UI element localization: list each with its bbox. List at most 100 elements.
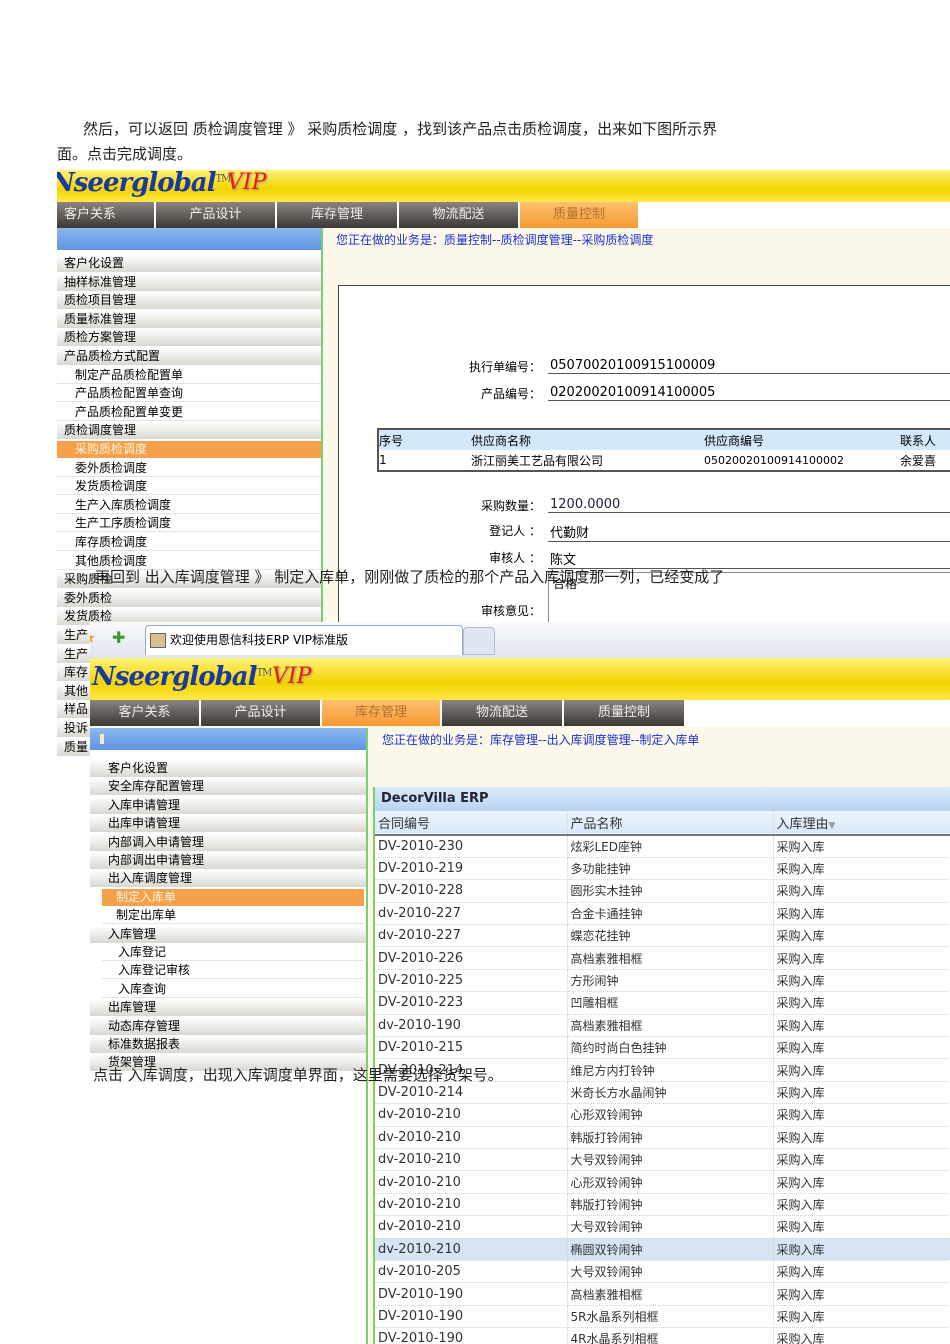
nav-tab-quality-control[interactable]: 质量控制 bbox=[564, 700, 686, 726]
cell-inbound-reason: 采购入库 bbox=[773, 1193, 950, 1217]
grid-row[interactable]: DV-2010-223 凹雕相框 采购入库 bbox=[375, 991, 950, 1015]
col-inbound-reason[interactable]: 入库理由▼ bbox=[773, 811, 950, 836]
cell-inbound-reason: 采购入库 bbox=[773, 969, 950, 993]
nav-tab-inventory[interactable]: 库存管理 bbox=[322, 700, 442, 726]
sidebar-item[interactable]: 安全库存配置管理 bbox=[90, 778, 366, 796]
sidebar-item[interactable]: 入库登记 bbox=[102, 944, 364, 961]
nav-tab-logistics[interactable]: 物流配送 bbox=[399, 202, 520, 228]
sidebar-item[interactable]: 产品质检方式配置 bbox=[57, 348, 321, 365]
browser-tab-active[interactable]: 欢迎使用恩信科技ERP VIP标准版 bbox=[145, 625, 463, 655]
cell-inbound-reason: 采购入库 bbox=[773, 1081, 950, 1105]
cell-inbound-reason: 采购入库 bbox=[773, 1148, 950, 1172]
supplier-row[interactable]: 1 浙江丽美工艺品有限公司 05020020100914100002 余爱喜 bbox=[378, 450, 950, 471]
grid-row[interactable]: DV-2010-228 圆形实木挂钟 采购入库 bbox=[375, 879, 950, 903]
sidebar-item[interactable]: 制定产品质检配置单 bbox=[57, 366, 321, 384]
sidebar-item[interactable]: 抽样标准管理 bbox=[57, 273, 321, 291]
grid-row[interactable]: DV-2010-226 高档素雅相框 采购入库 bbox=[375, 946, 950, 970]
sort-arrow-icon[interactable]: ▼ bbox=[829, 821, 836, 831]
sidebar-item[interactable]: 内部调入申请管理 bbox=[90, 833, 366, 851]
cell-contract-no: DV-2010-228 bbox=[375, 879, 568, 903]
sidebar-item[interactable]: 质检方案管理 bbox=[57, 329, 321, 347]
sidebar-item[interactable]: 制定入库单 bbox=[102, 888, 364, 906]
col-product-name[interactable]: 产品名称 bbox=[567, 811, 774, 836]
sidebar-item[interactable]: 入库申请管理 bbox=[90, 796, 366, 814]
cell-contract-no: DV-2010-223 bbox=[375, 991, 568, 1015]
sidebar-item[interactable]: 标准数据报表 bbox=[90, 1036, 366, 1053]
registrar-value: 代勤财 bbox=[548, 522, 950, 542]
grid-row[interactable]: dv-2010-205 大号双铃闹钟 采购入库 bbox=[375, 1260, 950, 1284]
grid-row[interactable]: dv-2010-210 椭圆双铃闹钟 采购入库 bbox=[375, 1238, 950, 1261]
sidebar-item[interactable]: 动态库存管理 bbox=[90, 1017, 366, 1035]
cell-product-name: 大号双铃闹钟 bbox=[567, 1215, 774, 1239]
nseerglobal-logo: NseerglobalTM bbox=[92, 662, 272, 692]
sidebar-item[interactable]: 质量标准管理 bbox=[57, 310, 321, 328]
cell-contract-no: dv-2010-190 bbox=[375, 1014, 568, 1038]
sidebar-item[interactable]: 入库查询 bbox=[102, 980, 364, 998]
nav-tab-crm[interactable]: 客户关系 bbox=[90, 700, 201, 726]
grid-row[interactable]: dv-2010-210 韩版打铃闹钟 采购入库 bbox=[375, 1193, 950, 1217]
sidebar-item[interactable]: 生产工序质检调度 bbox=[57, 515, 321, 533]
nav-tab-quality-control[interactable]: 质量控制 bbox=[520, 202, 640, 228]
nav-tab-product-design[interactable]: 产品设计 bbox=[156, 202, 277, 228]
new-tab-button[interactable] bbox=[463, 627, 495, 655]
sidebar-item[interactable]: 出入库调度管理 bbox=[90, 870, 366, 888]
sidebar-item[interactable]: 客户化设置 bbox=[90, 760, 366, 777]
grid-row[interactable]: dv-2010-227 合金卡通挂钟 采购入库 bbox=[375, 902, 950, 926]
sidebar-item[interactable]: 产品质检配置单查询 bbox=[57, 385, 321, 403]
grid-row[interactable]: DV-2010-190 5R水晶系列相框 采购入库 bbox=[375, 1305, 950, 1329]
grid-row[interactable]: DV-2010-190 4R水晶系列相框 采购入库 bbox=[375, 1327, 950, 1344]
grid-row[interactable]: DV-2010-190 高档素雅相框 采购入库 bbox=[375, 1282, 950, 1306]
sidebar-item[interactable]: 采购质检调度 bbox=[57, 441, 321, 458]
sidebar-item[interactable]: 出库管理 bbox=[90, 999, 366, 1017]
qty-value: 1200.0000 bbox=[548, 497, 950, 513]
grid-row[interactable]: dv-2010-210 心形双铃闹钟 采购入库 bbox=[375, 1103, 950, 1127]
sidebar-item[interactable]: 库存质检调度 bbox=[57, 534, 321, 551]
product-no-label: 产品编号： bbox=[480, 387, 541, 401]
grid-row[interactable]: DV-2010-230 炫彩LED座钟 采购入库 bbox=[375, 835, 950, 858]
grid-row[interactable]: DV-2010-219 多功能挂钟 采购入库 bbox=[375, 857, 950, 881]
sidebar-item[interactable]: 内部调出申请管理 bbox=[90, 852, 366, 869]
sidebar-item[interactable]: 入库管理 bbox=[90, 925, 366, 943]
grid-row[interactable]: DV-2010-215 简约时尚白色挂钟 采购入库 bbox=[375, 1036, 950, 1060]
sidebar-item[interactable]: 质检调度管理 bbox=[57, 422, 321, 440]
cell-contract-no: DV-2010-215 bbox=[375, 1036, 568, 1060]
cell-inbound-reason: 采购入库 bbox=[773, 1215, 950, 1239]
col-contract-no[interactable]: 合同编号 bbox=[375, 811, 568, 836]
sidebar-item[interactable]: 制定出库单 bbox=[102, 907, 364, 925]
grid-row[interactable]: dv-2010-190 高档素雅相框 采购入库 bbox=[375, 1014, 950, 1038]
grid-row[interactable]: dv-2010-210 大号双铃闹钟 采购入库 bbox=[375, 1215, 950, 1239]
vip-logo: VIP bbox=[272, 664, 312, 689]
sidebar-item[interactable]: 委外质检 bbox=[57, 589, 321, 607]
sidebar-item[interactable]: 生产入库质检调度 bbox=[57, 496, 321, 514]
nav-tab-inventory[interactable]: 库存管理 bbox=[277, 202, 399, 228]
sidebar-item[interactable]: 入库登记审核 bbox=[102, 962, 364, 980]
cell-product-name: 维尼方内打铃钟 bbox=[567, 1058, 774, 1082]
grid-row[interactable]: dv-2010-210 心形双铃闹钟 采购入库 bbox=[375, 1170, 950, 1194]
grid-row[interactable]: dv-2010-210 韩版打铃闹钟 采购入库 bbox=[375, 1126, 950, 1149]
sidebar-item[interactable]: 质检项目管理 bbox=[57, 292, 321, 310]
grid-row[interactable]: dv-2010-227 蝶恋花挂钟 采购入库 bbox=[375, 924, 950, 948]
cell-product-name: 方形闹钟 bbox=[567, 969, 774, 993]
cell-product-name: 高档素雅相框 bbox=[567, 946, 774, 970]
cell-product-name: 高档素雅相框 bbox=[567, 1014, 774, 1038]
nav-tab-product-design[interactable]: 产品设计 bbox=[201, 700, 322, 726]
nav-tab-crm[interactable]: 客户关系 bbox=[57, 202, 156, 228]
cell-contract-no: DV-2010-230 bbox=[375, 835, 568, 858]
cell-inbound-reason: 采购入库 bbox=[773, 924, 950, 948]
sidebar-item[interactable]: 出库申请管理 bbox=[90, 815, 366, 833]
grid-row[interactable]: dv-2010-210 大号双铃闹钟 采购入库 bbox=[375, 1148, 950, 1172]
sidebar-toggle-icon[interactable] bbox=[100, 734, 104, 744]
cell-contract-no: DV-2010-190 bbox=[375, 1282, 568, 1306]
sidebar-item[interactable]: 产品质检配置单变更 bbox=[57, 403, 321, 421]
cell-inbound-reason: 采购入库 bbox=[773, 1014, 950, 1038]
grid-row[interactable]: DV-2010-225 方形闹钟 采购入库 bbox=[375, 969, 950, 993]
sidebar-item[interactable]: 委外质检调度 bbox=[57, 459, 321, 477]
registrar-label: 登记人 ： bbox=[489, 524, 541, 538]
cell-inbound-reason: 采购入库 bbox=[773, 1058, 950, 1082]
sidebar-item[interactable]: 发货质检调度 bbox=[57, 478, 321, 496]
sidebar-item[interactable]: 客户化设置 bbox=[57, 255, 321, 272]
nseerglobal-logo: NseerglobalTM bbox=[57, 170, 231, 198]
favorites-star-icon[interactable]: ★ bbox=[90, 628, 96, 647]
add-favorite-icon[interactable]: ✚ bbox=[112, 628, 125, 647]
nav-tab-logistics[interactable]: 物流配送 bbox=[442, 700, 564, 726]
